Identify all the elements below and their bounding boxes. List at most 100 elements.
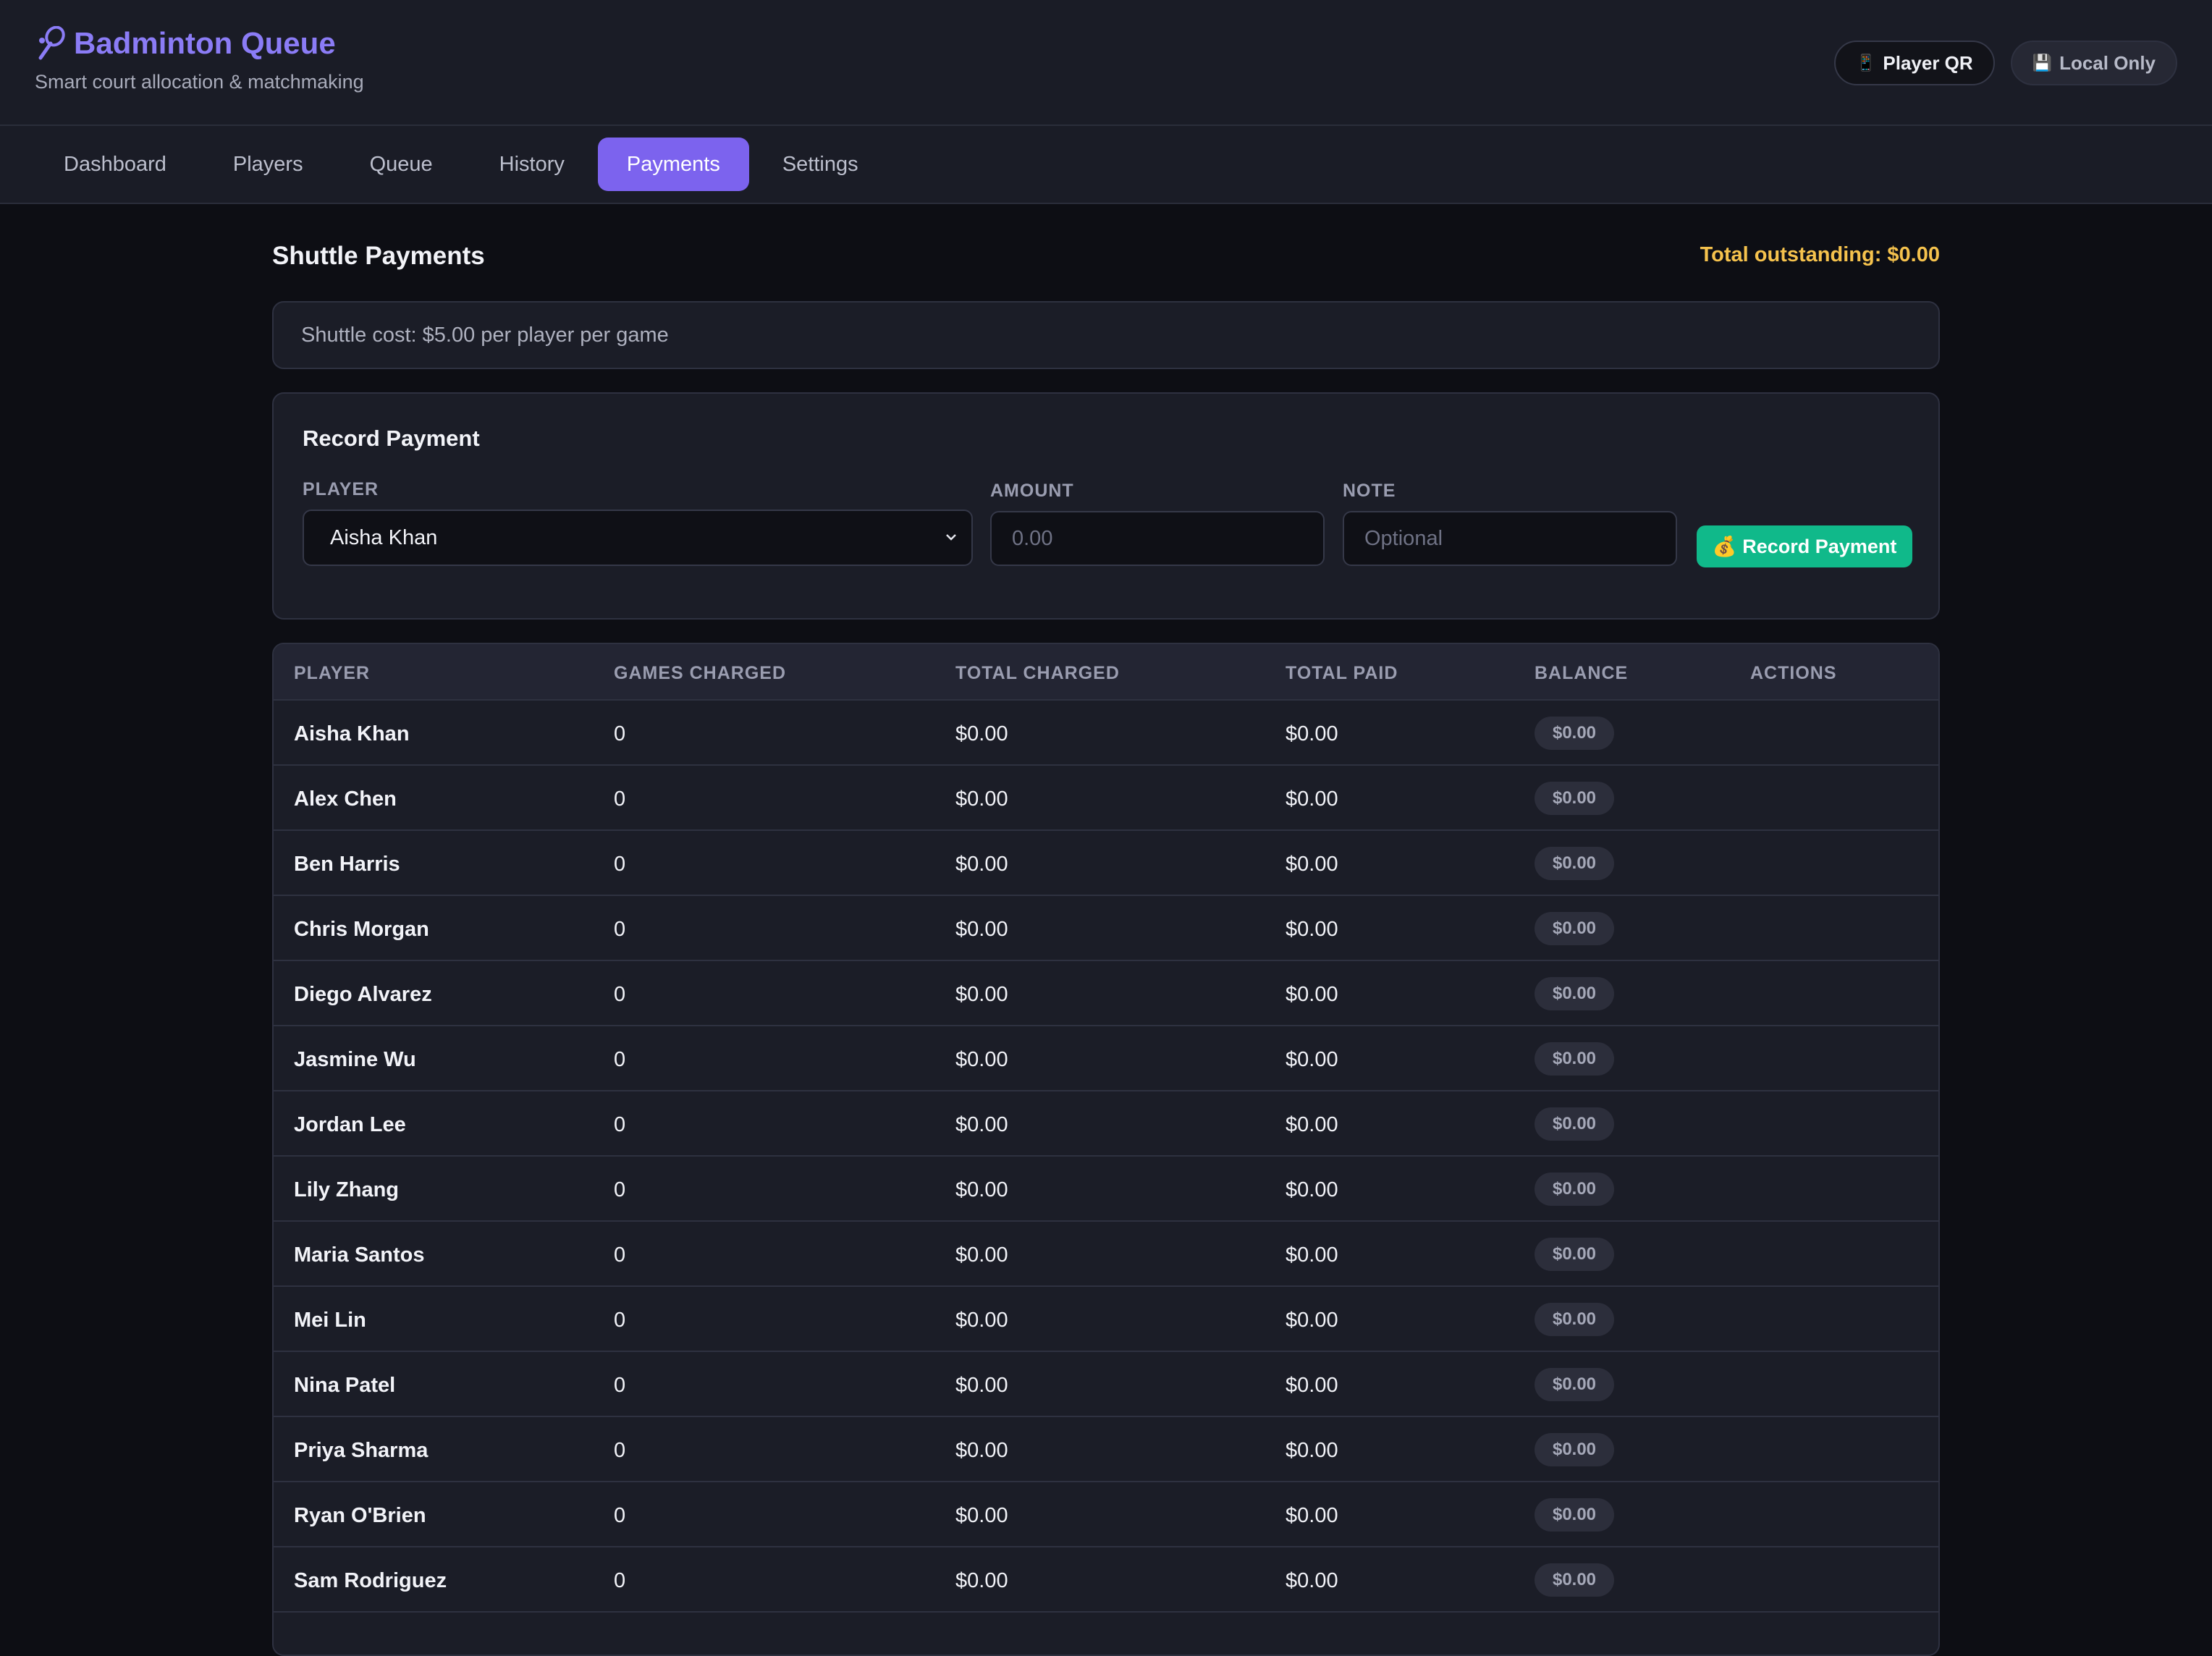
page-title: Shuttle Payments — [272, 242, 485, 270]
header-player: PLAYER — [294, 663, 371, 683]
total-paid: $0.00 — [1286, 1178, 1338, 1201]
shuttle-cost-card: Shuttle cost: $5.00 per player per game — [272, 301, 1940, 369]
total-paid: $0.00 — [1286, 918, 1338, 941]
total-paid: $0.00 — [1286, 1243, 1338, 1267]
floppy-disk-icon: 💾 — [2032, 54, 2053, 72]
balance-badge: $0.00 — [1535, 1238, 1614, 1271]
games-charged: 0 — [614, 1439, 626, 1462]
total-charged: $0.00 — [955, 918, 1008, 941]
badminton-racket-icon — [38, 26, 65, 60]
total-charged: $0.00 — [955, 1178, 1008, 1201]
tab-players[interactable]: Players — [200, 138, 337, 191]
note-input[interactable]: Optional — [1343, 511, 1677, 566]
games-charged: 0 — [614, 983, 626, 1006]
amount-placeholder: 0.00 — [1012, 526, 1053, 550]
player-label: PLAYER — [303, 479, 379, 499]
games-charged: 0 — [614, 1113, 626, 1136]
brand: Badminton Queue Smart court allocation &… — [35, 26, 364, 93]
total-charged: $0.00 — [955, 1113, 1008, 1136]
table-row: Diego Alvarez 0 $0.00 $0.00 $0.00 — [274, 961, 1938, 1026]
player-select-value: Aisha Khan — [330, 525, 438, 549]
header-games-charged: GAMES CHARGED — [614, 663, 787, 683]
total-charged: $0.00 — [955, 1439, 1008, 1462]
balance-badge: $0.00 — [1535, 1303, 1614, 1336]
player-name: Aisha Khan — [294, 722, 410, 745]
total-paid: $0.00 — [1286, 1113, 1338, 1136]
money-bag-icon: 💰 — [1712, 536, 1737, 557]
balance-badge: $0.00 — [1535, 1042, 1614, 1076]
local-only-label: Local Only — [2059, 51, 2156, 74]
balance-badge: $0.00 — [1535, 782, 1614, 815]
player-name: Alex Chen — [294, 787, 397, 811]
games-charged: 0 — [614, 1178, 626, 1201]
games-charged: 0 — [614, 918, 626, 941]
app-header: Badminton Queue Smart court allocation &… — [0, 0, 2212, 126]
header-actions: 📱 Player QR 💾 Local Only — [1833, 41, 2177, 85]
app-subtitle: Smart court allocation & matchmaking — [35, 71, 364, 93]
payments-table: PLAYER GAMES CHARGED TOTAL CHARGED TOTAL… — [272, 643, 1940, 1656]
total-charged: $0.00 — [955, 787, 1008, 811]
balance-badge: $0.00 — [1535, 717, 1614, 750]
games-charged: 0 — [614, 787, 626, 811]
total-paid: $0.00 — [1286, 1309, 1338, 1332]
table-row: Jordan Lee 0 $0.00 $0.00 $0.00 — [274, 1091, 1938, 1157]
balance-badge: $0.00 — [1535, 1368, 1614, 1401]
player-name: Jordan Lee — [294, 1113, 406, 1136]
player-qr-label: Player QR — [1883, 51, 1973, 74]
player-select[interactable]: Aisha Khan — [303, 510, 973, 566]
table-row: Jasmine Wu 0 $0.00 $0.00 $0.00 — [274, 1026, 1938, 1091]
player-name: Ryan O'Brien — [294, 1504, 426, 1527]
games-charged: 0 — [614, 1374, 626, 1397]
total-paid: $0.00 — [1286, 787, 1338, 811]
tab-dashboard[interactable]: Dashboard — [30, 138, 200, 191]
player-name: Priya Sharma — [294, 1439, 429, 1462]
amount-input[interactable]: 0.00 — [990, 511, 1325, 566]
balance-badge: $0.00 — [1535, 912, 1614, 945]
total-paid: $0.00 — [1286, 1048, 1338, 1071]
tab-settings[interactable]: Settings — [749, 138, 892, 191]
total-paid: $0.00 — [1286, 722, 1338, 745]
balance-badge: $0.00 — [1535, 847, 1614, 880]
app-title: Badminton Queue — [35, 26, 364, 61]
total-charged: $0.00 — [955, 1374, 1008, 1397]
total-charged: $0.00 — [955, 1569, 1008, 1592]
player-qr-button[interactable]: 📱 Player QR — [1833, 41, 1995, 85]
player-name: Lily Zhang — [294, 1178, 399, 1201]
shuttle-cost-text: Shuttle cost: $5.00 per player per game — [301, 323, 669, 347]
player-name: Mei Lin — [294, 1309, 366, 1332]
record-payment-title: Record Payment — [303, 426, 480, 451]
games-charged: 0 — [614, 853, 626, 876]
total-paid: $0.00 — [1286, 1374, 1338, 1397]
balance-badge: $0.00 — [1535, 1563, 1614, 1597]
total-paid: $0.00 — [1286, 983, 1338, 1006]
games-charged: 0 — [614, 1048, 626, 1071]
total-charged: $0.00 — [955, 1048, 1008, 1071]
total-outstanding: Total outstanding: $0.00 — [1700, 243, 1940, 266]
player-name: Maria Santos — [294, 1243, 425, 1267]
tab-history[interactable]: History — [466, 138, 598, 191]
table-row: Lily Zhang 0 $0.00 $0.00 $0.00 — [274, 1157, 1938, 1222]
table-header: PLAYER GAMES CHARGED TOTAL CHARGED TOTAL… — [274, 644, 1938, 701]
header-total-paid: TOTAL PAID — [1286, 663, 1398, 683]
total-charged: $0.00 — [955, 853, 1008, 876]
app-title-text: Badminton Queue — [74, 26, 336, 60]
table-row: Aisha Khan 0 $0.00 $0.00 $0.00 — [274, 701, 1938, 766]
games-charged: 0 — [614, 1309, 626, 1332]
table-row: Chris Morgan 0 $0.00 $0.00 $0.00 — [274, 896, 1938, 961]
tab-queue[interactable]: Queue — [337, 138, 466, 191]
note-label: NOTE — [1343, 481, 1396, 501]
tab-payments[interactable]: Payments — [597, 138, 749, 191]
player-name: Sam Rodriguez — [294, 1569, 447, 1592]
record-payment-button[interactable]: 💰 Record Payment — [1697, 525, 1912, 567]
phone-icon: 📱 — [1855, 54, 1876, 72]
balance-badge: $0.00 — [1535, 1107, 1614, 1141]
games-charged: 0 — [614, 1243, 626, 1267]
table-row: Ryan O'Brien 0 $0.00 $0.00 $0.00 — [274, 1482, 1938, 1547]
total-charged: $0.00 — [955, 983, 1008, 1006]
header-total-charged: TOTAL CHARGED — [955, 663, 1120, 683]
local-only-button[interactable]: 💾 Local Only — [2010, 41, 2177, 85]
table-row: Maria Santos 0 $0.00 $0.00 $0.00 — [274, 1222, 1938, 1287]
balance-badge: $0.00 — [1535, 1173, 1614, 1206]
balance-badge: $0.00 — [1535, 977, 1614, 1010]
balance-badge: $0.00 — [1535, 1433, 1614, 1466]
